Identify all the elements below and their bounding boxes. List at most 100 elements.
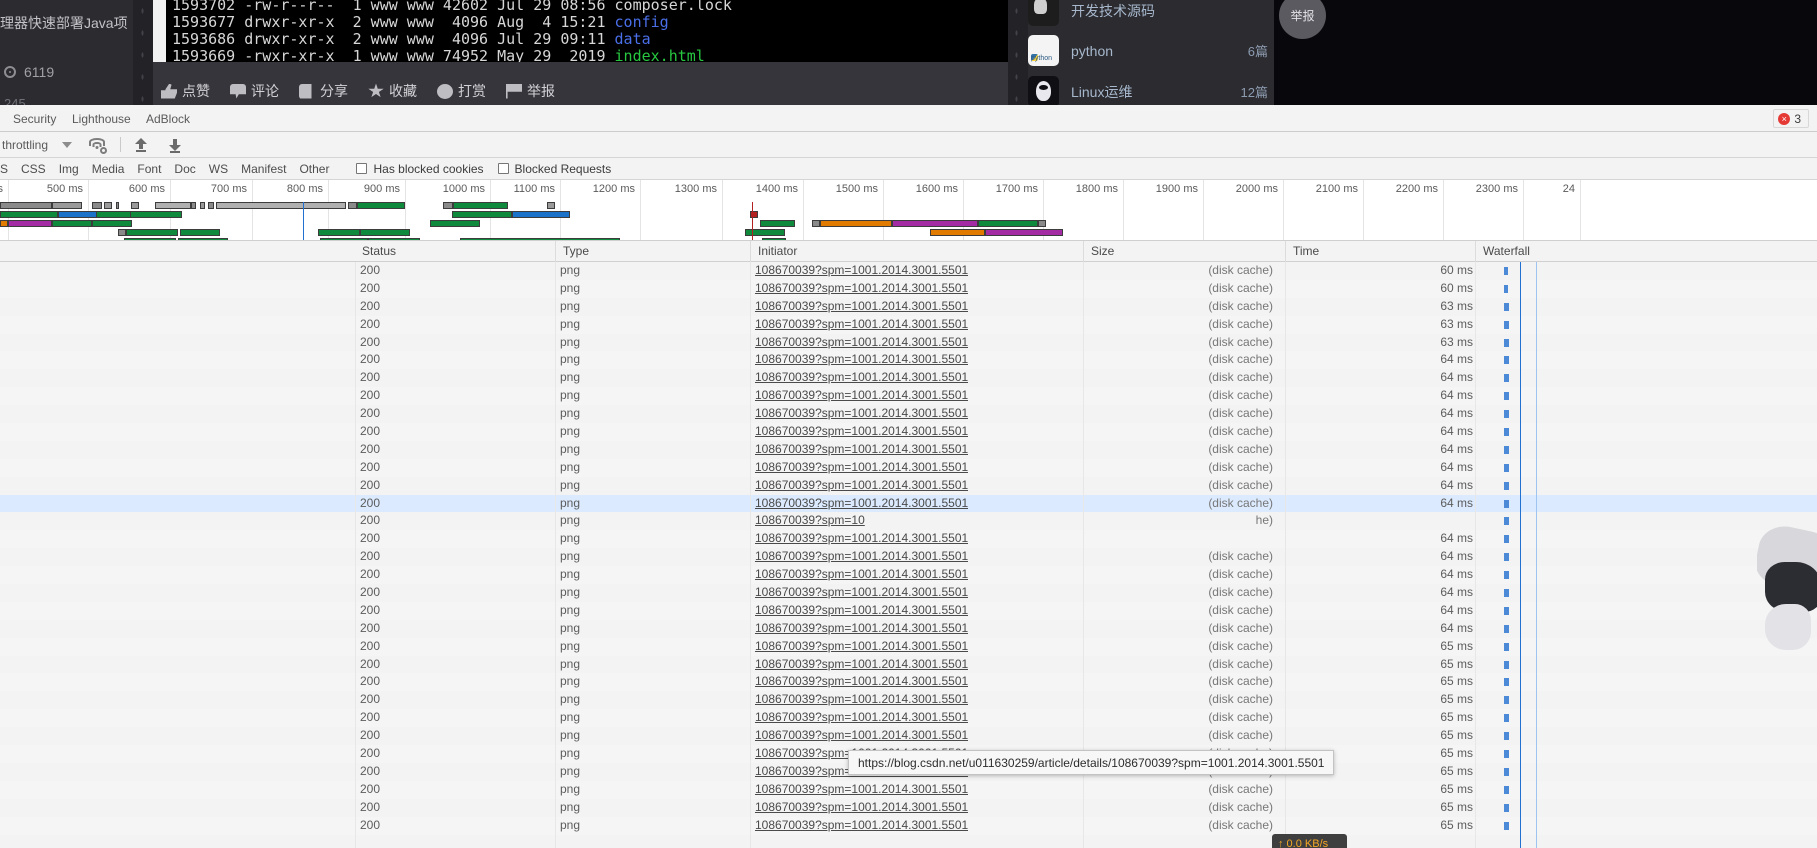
tab-lighthouse[interactable]: Lighthouse [66,105,137,132]
table-row[interactable]: 200 png 108670039?spm=1001.2014.3001.5501 (… [0,816,1817,835]
cell-initiator[interactable]: 108670039?spm=1001.2014.3001.5501 [755,530,968,548]
cell-initiator[interactable]: 108670039?spm=1001.2014.3001.5501 [755,584,968,602]
upload-har-icon[interactable] [133,137,149,153]
article-action-分享[interactable]: 分享 [299,81,348,101]
filter-type-s[interactable]: S [0,162,8,176]
download-har-icon[interactable] [167,137,183,153]
cell-initiator[interactable]: 108670039?spm=1001.2014.3001.5501 [755,638,968,656]
table-row[interactable]: 200 png 108670039?spm=1001.2014.3001.5501 6… [0,530,1817,549]
table-row[interactable]: 200 png 108670039?spm=1001.2014.3001.5501 (… [0,691,1817,709]
table-row[interactable]: 200 png 108670039?spm=1001.2014.3001.5501 (… [0,279,1817,298]
table-row[interactable]: 200 png 108670039?spm=1001.2014.3001.5501 (… [0,494,1817,513]
cell-initiator[interactable]: 108670039?spm=1001.2014.3001.5501 [755,727,968,745]
table-row[interactable]: 200 png 108670039?spm=1001.2014.3001.5501 (… [0,369,1817,387]
cell-initiator[interactable]: 108670039?spm=1001.2014.3001.5501 [755,781,968,799]
overview-request-bar [126,229,178,236]
table-row[interactable]: 200 png 108670039?spm=1001.2014.3001.5501 (… [0,709,1817,728]
filter-type-media[interactable]: Media [92,162,125,176]
column-header-status[interactable]: Status [355,241,396,262]
filter-type-img[interactable]: Img [59,162,79,176]
table-row[interactable]: 200 png 108670039?spm=1001.2014.3001.5501 (… [0,423,1817,441]
network-overview-timeline[interactable]: ms 500 ms 600 ms 700 ms 800 ms 900 ms 1000 ms 1… [0,180,1817,241]
filter-checkbox-blocked-requests[interactable]: Blocked Requests [497,162,611,176]
table-row[interactable]: 200 png 108670039?spm=1001.2014.3001.5501 (… [0,334,1817,352]
cell-initiator[interactable]: 108670039?spm=1001.2014.3001.5501 [755,351,968,369]
table-row[interactable]: 200 png 108670039?spm=1001.2014.3001.5501 (… [0,298,1817,316]
article-action-举报[interactable]: 举报 [506,81,555,101]
table-row[interactable]: 200 png 108670039?spm=1001.2014.3001.5501 (… [0,601,1817,620]
cell-initiator[interactable]: 108670039?spm=1001.2014.3001.5501 [755,334,968,352]
cell-initiator[interactable]: 108670039?spm=1001.2014.3001.5501 [755,441,968,459]
recommended-column-item[interactable]: 开发技术源码 [1028,0,1274,31]
recommended-column-item[interactable]: python 6篇 [1028,30,1274,71]
cell-initiator[interactable]: 108670039?spm=1001.2014.3001.5501 [755,459,968,477]
cell-initiator[interactable]: 108670039?spm=1001.2014.3001.5501 [755,548,968,566]
table-row[interactable]: 200 png 108670039?spm=1001.2014.3001.5501 (… [0,727,1817,745]
filter-type-doc[interactable]: Doc [174,162,195,176]
filter-type-manifest[interactable]: Manifest [241,162,286,176]
cell-initiator[interactable]: 108670039?spm=1001.2014.3001.5501 [755,656,968,674]
cell-initiator[interactable]: 108670039?spm=1001.2014.3001.5501 [755,298,968,316]
table-row[interactable]: 200 png 108670039?spm=1001.2014.3001.5501 (… [0,799,1817,817]
cell-initiator[interactable]: 108670039?spm=1001.2014.3001.5501 [755,673,968,691]
table-row[interactable]: 200 png 108670039?spm=1001.2014.3001.5501 (… [0,458,1817,477]
tab-security[interactable]: Security [7,105,62,132]
table-row[interactable]: 200 png 108670039?spm=1001.2014.3001.5501 (… [0,351,1817,370]
cell-initiator[interactable]: 108670039?spm=1001.2014.3001.5501 [755,691,968,709]
error-count-badge[interactable]: × 3 [1773,109,1809,128]
column-header-size[interactable]: Size [1083,241,1114,262]
table-row[interactable]: 200 png 108670039?spm=1001.2014.3001.5501 (… [0,620,1817,638]
table-row[interactable]: 200 png 108670039?spm=1001.2014.3001.5501 (… [0,315,1817,334]
table-row[interactable]: 200 png 108670039?spm=1001.2014.3001.5501 (… [0,584,1817,602]
table-row[interactable]: 200 png 108670039?spm=1001.2014.3001.5501 (… [0,387,1817,406]
cell-initiator[interactable]: 108670039?spm=1001.2014.3001.5501 [755,817,968,835]
filter-type-css[interactable]: CSS [21,162,46,176]
filter-type-other[interactable]: Other [299,162,329,176]
table-row[interactable]: 200 png 108670039?spm=10 he) [0,512,1817,530]
wifi-throttle-icon[interactable] [88,137,108,154]
article-action-评论[interactable]: 评论 [230,81,279,101]
table-row[interactable]: 200 png 108670039?spm=1001.2014.3001.5501 (… [0,548,1817,566]
table-row[interactable]: 200 png 108670039?spm=1001.2014.3001.5501 (… [0,780,1817,799]
table-row[interactable]: 200 png 108670039?spm=1001.2014.3001.5501 (… [0,566,1817,585]
cell-initiator[interactable]: 108670039?spm=1001.2014.3001.5501 [755,280,968,298]
cell-initiator[interactable]: 108670039?spm=1001.2014.3001.5501 [755,316,968,334]
table-row[interactable]: 200 png 108670039?spm=1001.2014.3001.5501 (… [0,637,1817,656]
checkbox-box[interactable] [497,163,509,174]
table-row[interactable]: 200 png 108670039?spm=1001.2014.3001.5501 (… [0,262,1817,280]
overview-request-bar [978,220,1038,227]
table-row[interactable]: 200 png 108670039?spm=1001.2014.3001.5501 (… [0,477,1817,495]
cell-initiator[interactable]: 108670039?spm=1001.2014.3001.5501 [755,799,968,817]
table-row[interactable]: 200 png 108670039?spm=1001.2014.3001.5501 (… [0,405,1817,423]
cell-initiator[interactable]: 108670039?spm=10 [755,512,865,530]
table-row[interactable]: 200 png 108670039?spm=1001.2014.3001.5501 (… [0,441,1817,459]
cell-initiator[interactable]: 108670039?spm=1001.2014.3001.5501 [755,477,968,495]
article-action-点赞[interactable]: 点赞 [161,81,210,101]
filter-type-font[interactable]: Font [137,162,161,176]
throttling-select-label[interactable]: throttling [2,138,48,152]
article-action-打赏[interactable]: 打赏 [437,81,486,101]
filter-type-ws[interactable]: WS [209,162,228,176]
cell-initiator[interactable]: 108670039?spm=1001.2014.3001.5501 [755,602,968,620]
waterfall-bar [1504,517,1509,526]
column-header-waterfall[interactable]: Waterfall [1475,241,1530,262]
article-action-收藏[interactable]: 收藏 [368,81,417,101]
cell-initiator[interactable]: 108670039?spm=1001.2014.3001.5501 [755,262,968,280]
cell-initiator[interactable]: 108670039?spm=1001.2014.3001.5501 [755,620,968,638]
column-header-type[interactable]: Type [555,241,589,262]
cell-initiator[interactable]: 108670039?spm=1001.2014.3001.5501 [755,423,968,441]
table-row[interactable]: 200 png 108670039?spm=1001.2014.3001.5501 (… [0,656,1817,674]
cell-initiator[interactable]: 108670039?spm=1001.2014.3001.5501 [755,495,968,513]
filter-checkbox-has-blocked-cookies[interactable]: Has blocked cookies [356,162,484,176]
column-header-time[interactable]: Time [1285,241,1319,262]
cell-initiator[interactable]: 108670039?spm=1001.2014.3001.5501 [755,387,968,405]
tab-adblock[interactable]: AdBlock [140,105,196,132]
cell-initiator[interactable]: 108670039?spm=1001.2014.3001.5501 [755,369,968,387]
cell-initiator[interactable]: 108670039?spm=1001.2014.3001.5501 [755,405,968,423]
chevron-down-icon[interactable] [62,141,73,148]
table-row[interactable]: 200 png 108670039?spm=1001.2014.3001.5501 (… [0,673,1817,692]
column-header-initiator[interactable]: Initiator [750,241,797,262]
checkbox-box[interactable] [356,163,368,174]
cell-initiator[interactable]: 108670039?spm=1001.2014.3001.5501 [755,709,968,727]
cell-initiator[interactable]: 108670039?spm=1001.2014.3001.5501 [755,566,968,584]
